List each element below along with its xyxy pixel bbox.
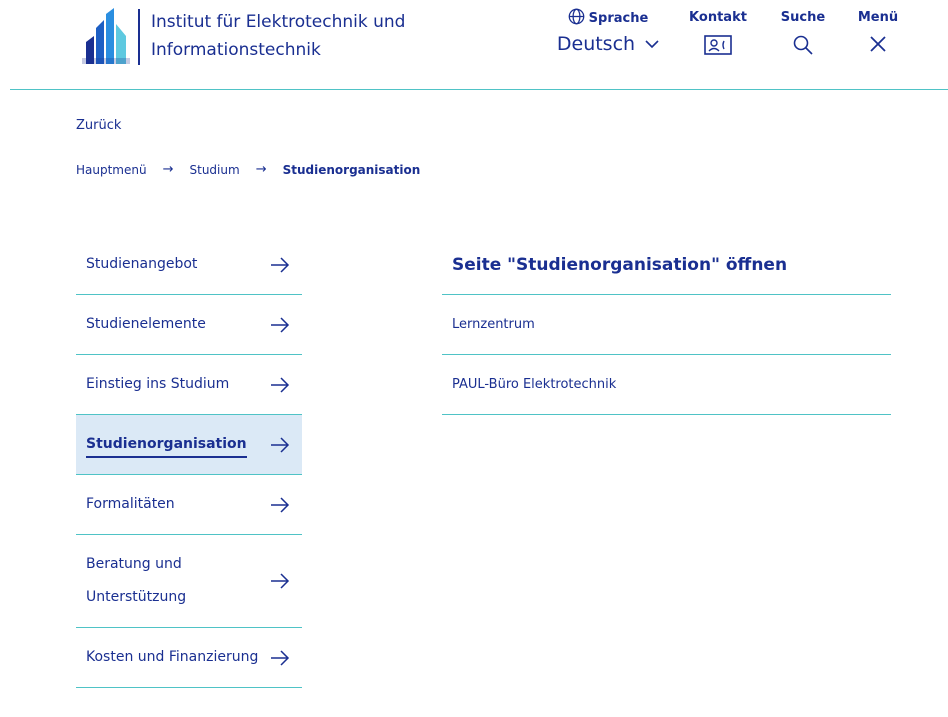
sidebar-item-label-line1: Beratung und: [86, 556, 182, 572]
breadcrumb-item-hauptmenu[interactable]: Hauptmenü: [76, 163, 147, 177]
sidebar-item-label: Studienelemente: [86, 316, 206, 332]
subnav-panel: Seite "Studienorganisation" öffnen Lernz…: [442, 235, 891, 415]
sidebar-item-kosten[interactable]: Kosten und Finanzierung: [76, 628, 302, 688]
sidebar-item-formalitaeten[interactable]: Formalitäten: [76, 475, 302, 535]
language-value: Deutsch: [556, 33, 636, 55]
sidebar-item-label: Studienangebot: [86, 256, 198, 272]
chevron-down-icon: [645, 40, 659, 49]
logo-divider: [138, 9, 140, 65]
breadcrumb: Hauptmenü → Studium → Studienorganisatio…: [76, 162, 420, 177]
breadcrumb-item-current: Studienorganisation: [282, 162, 421, 177]
sidebar-item-studienorganisation[interactable]: Studienorganisation: [76, 415, 302, 475]
sidebar-item-label: Formalitäten: [86, 496, 175, 512]
breadcrumb-arrow-icon: →: [162, 162, 174, 177]
panel-item-lernzentrum[interactable]: Lernzentrum: [442, 295, 891, 355]
globe-icon: [568, 8, 585, 25]
language-label-row: Sprache: [548, 8, 668, 29]
menu-button[interactable]: Menü: [848, 8, 908, 54]
sidebar-item-label: Kosten und Finanzierung: [86, 649, 259, 665]
header-divider: [10, 89, 948, 90]
arrow-right-icon: [271, 573, 290, 589]
back-link[interactable]: Zurück: [76, 118, 121, 133]
search-icon: [793, 35, 813, 55]
contact-card-icon: [704, 35, 732, 55]
language-label: Sprache: [588, 11, 649, 26]
institute-name-line2: Informationstechnik: [151, 40, 321, 60]
arrow-right-icon: [271, 649, 290, 666]
sidebar-item-beratung[interactable]: Beratung und Unterstützung: [76, 535, 302, 628]
contact-label: Kontakt: [689, 10, 747, 25]
sidebar-item-label: Einstieg ins Studium: [86, 376, 230, 392]
language-selector[interactable]: Sprache Deutsch: [548, 8, 668, 55]
open-page-link[interactable]: Seite "Studienorganisation" öffnen: [442, 235, 891, 295]
arrow-right-icon: [271, 256, 290, 273]
sidebar-nav: Studienangebot Studienelemente Einstieg …: [76, 235, 302, 688]
arrow-right-icon: [271, 316, 290, 333]
sidebar-item-label: Beratung und Unterstützung: [86, 548, 186, 614]
language-value-row[interactable]: Deutsch: [548, 33, 668, 55]
institute-name-line1: Institut für Elektrotechnik und: [151, 12, 406, 32]
university-logo-icon[interactable]: [82, 8, 130, 64]
close-icon: [870, 36, 886, 52]
menu-label: Menü: [857, 10, 899, 25]
breadcrumb-arrow-icon: →: [255, 162, 267, 177]
breadcrumb-item-studium[interactable]: Studium: [190, 163, 240, 177]
sidebar-item-label: Studienorganisation: [86, 432, 247, 458]
institute-name[interactable]: Institut für Elektrotechnik und Informat…: [151, 8, 441, 64]
sidebar-item-einstieg[interactable]: Einstieg ins Studium: [76, 355, 302, 415]
contact-button[interactable]: Kontakt: [685, 8, 751, 56]
sidebar-item-studienangebot[interactable]: Studienangebot: [76, 235, 302, 295]
arrow-right-icon: [271, 376, 290, 393]
panel-item-paul-buero[interactable]: PAUL-Büro Elektrotechnik: [442, 355, 891, 415]
sidebar-item-studienelemente[interactable]: Studienelemente: [76, 295, 302, 355]
search-button[interactable]: Suche: [772, 8, 834, 56]
search-label: Suche: [780, 10, 826, 25]
arrow-right-icon: [271, 436, 290, 453]
arrow-right-icon: [271, 496, 290, 513]
sidebar-item-label-line2: Unterstützung: [86, 589, 187, 605]
